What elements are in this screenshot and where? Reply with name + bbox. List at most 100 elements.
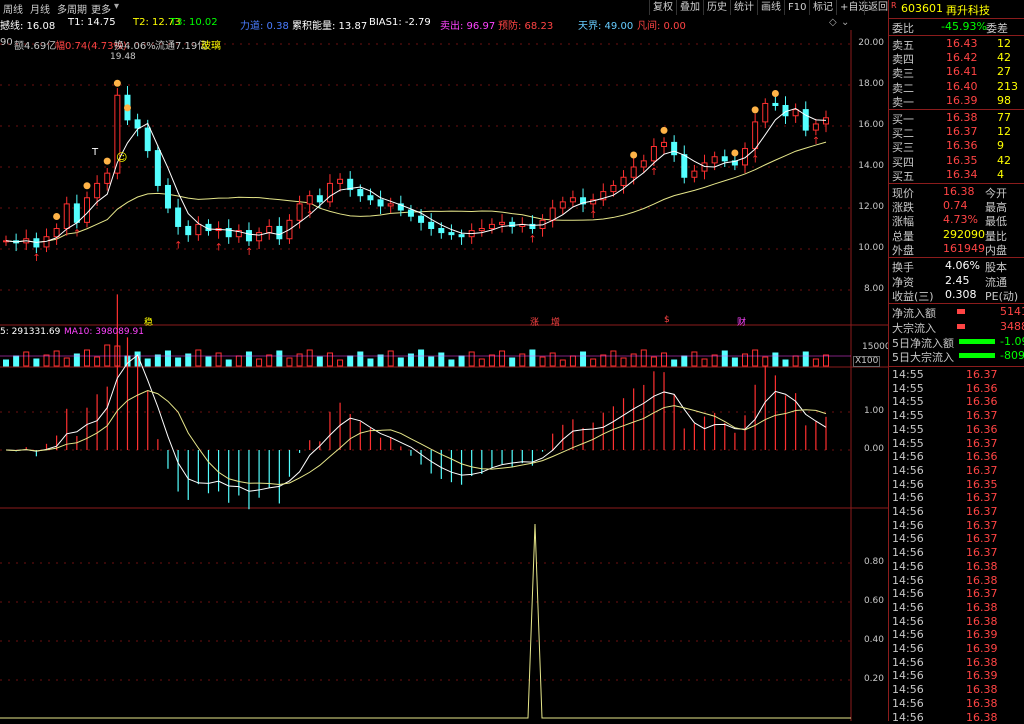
candle-body (135, 120, 140, 128)
candle-body (459, 235, 464, 237)
price-axis-label: 12.00 (852, 202, 884, 212)
candle-body (641, 161, 646, 167)
tick-row: 14:5616.38 (889, 711, 1024, 724)
candle-body (651, 147, 656, 161)
volume-unit-badge[interactable]: X100 (853, 356, 880, 367)
volume-bar (641, 350, 646, 366)
tick-price: 16.38 (966, 560, 998, 573)
tick-price: 16.38 (966, 697, 998, 710)
diamond-icon[interactable]: ◇ (829, 17, 837, 28)
ask-price: 16.43 (946, 37, 978, 50)
ask-price: 16.41 (946, 65, 978, 78)
macd-axis-label: 1.00 (852, 406, 884, 416)
quote-row: 总量292090量比 (889, 228, 1024, 242)
flow-bar (959, 353, 995, 358)
dea-line (6, 391, 826, 485)
buy-arrow-icon: ↑ (589, 210, 597, 221)
flow-value: -1.09 (1000, 335, 1024, 348)
volume-bar (459, 356, 464, 366)
volume-bar (621, 358, 626, 366)
volume-bar (489, 355, 494, 366)
tick-row: 14:5616.38 (889, 601, 1024, 615)
volume-bar (510, 358, 515, 366)
candle-body (84, 198, 89, 223)
ask-price: 16.40 (946, 80, 978, 93)
stat-label: 净资 (892, 274, 914, 290)
dif-line (6, 355, 826, 491)
buy-arrow-icon: ↑ (650, 167, 658, 178)
ask-volume: 27 (997, 65, 1011, 78)
quote-value: 0.74 (943, 199, 968, 212)
candle-body (500, 222, 505, 224)
volume-bar (581, 352, 586, 366)
tick-time: 14:56 (892, 711, 924, 724)
candle-body (682, 155, 687, 178)
weibi-value: -45.93% (941, 20, 987, 33)
chevron-down-icon[interactable]: ⌄ (841, 17, 849, 28)
volume-bar (530, 350, 535, 366)
tick-row: 14:5516.36 (889, 395, 1024, 409)
stat-label: 换手 (892, 259, 914, 275)
stat-label2: 流通 (985, 274, 1007, 290)
volume-bar (246, 352, 251, 366)
macd-axis-label: 0.00 (852, 444, 884, 454)
tick-time: 14:55 (892, 368, 924, 381)
volume-bar (824, 355, 829, 366)
weibi-label: 委比 (892, 20, 914, 36)
bottom-marker: 稳 (144, 315, 153, 328)
ask-row: 卖一16.3998 (889, 94, 1024, 108)
candle-body (611, 185, 616, 191)
volume-bar (419, 350, 424, 366)
volume-bar (105, 345, 110, 366)
candle-body (621, 177, 626, 185)
tick-price: 16.37 (966, 505, 998, 518)
lower-axis-label: 0.20 (852, 674, 884, 684)
volume-scale-label: 15000 (862, 342, 891, 352)
quote-row: 现价16.38今开 (889, 185, 1024, 199)
lower-axis-label: 0.40 (852, 635, 884, 645)
tick-time: 14:55 (892, 423, 924, 436)
ask-price: 16.42 (946, 51, 978, 64)
stat-value: 2.45 (945, 274, 970, 287)
candle-body (95, 183, 100, 197)
bid-price: 16.36 (946, 139, 978, 152)
candle-body (358, 190, 363, 196)
flow-label: 5日净流入额 (892, 335, 954, 351)
candle-body (34, 239, 39, 247)
tick-time: 14:56 (892, 519, 924, 532)
volume-bar (145, 359, 150, 366)
sell-signal-icon (731, 149, 738, 156)
tick-price: 16.36 (966, 423, 998, 436)
tick-row: 14:5616.38 (889, 656, 1024, 670)
ask-volume: 42 (997, 51, 1011, 64)
tick-row: 14:5616.37 (889, 519, 1024, 533)
volume-bar (732, 358, 737, 366)
tick-time: 14:56 (892, 450, 924, 463)
tick-row: 14:5616.39 (889, 628, 1024, 642)
volume-bar (560, 360, 565, 366)
volume-bar (24, 352, 29, 366)
volume-bar (803, 352, 808, 366)
volume-bar (327, 353, 332, 366)
tick-time: 14:55 (892, 437, 924, 450)
kline-chart[interactable]: ↑↑↑↑↑↑↑↑↑↑↑☺T (0, 0, 888, 721)
flow-row: 5日大宗流入-8090 (889, 349, 1024, 363)
ma5-line (6, 109, 826, 243)
flow-value: 3488 (1000, 320, 1024, 333)
tick-row: 14:5616.36 (889, 450, 1024, 464)
tick-row: 14:5516.37 (889, 409, 1024, 423)
candle-body (54, 229, 59, 237)
candle-body (64, 204, 69, 229)
quote-label: 外盘 (892, 242, 914, 258)
stat-row: 收益(三)0.308PE(动) (889, 288, 1024, 302)
bottom-marker: $ (664, 315, 670, 325)
bid-row: 买五16.344 (889, 168, 1024, 182)
volume-bar (358, 352, 363, 366)
tick-price: 16.37 (966, 491, 998, 504)
tick-time: 14:56 (892, 505, 924, 518)
candle-body (368, 196, 373, 200)
tick-time: 14:56 (892, 478, 924, 491)
tick-price: 16.36 (966, 395, 998, 408)
ask-row: 卖三16.4127 (889, 65, 1024, 79)
bid-volume: 4 (997, 168, 1004, 181)
